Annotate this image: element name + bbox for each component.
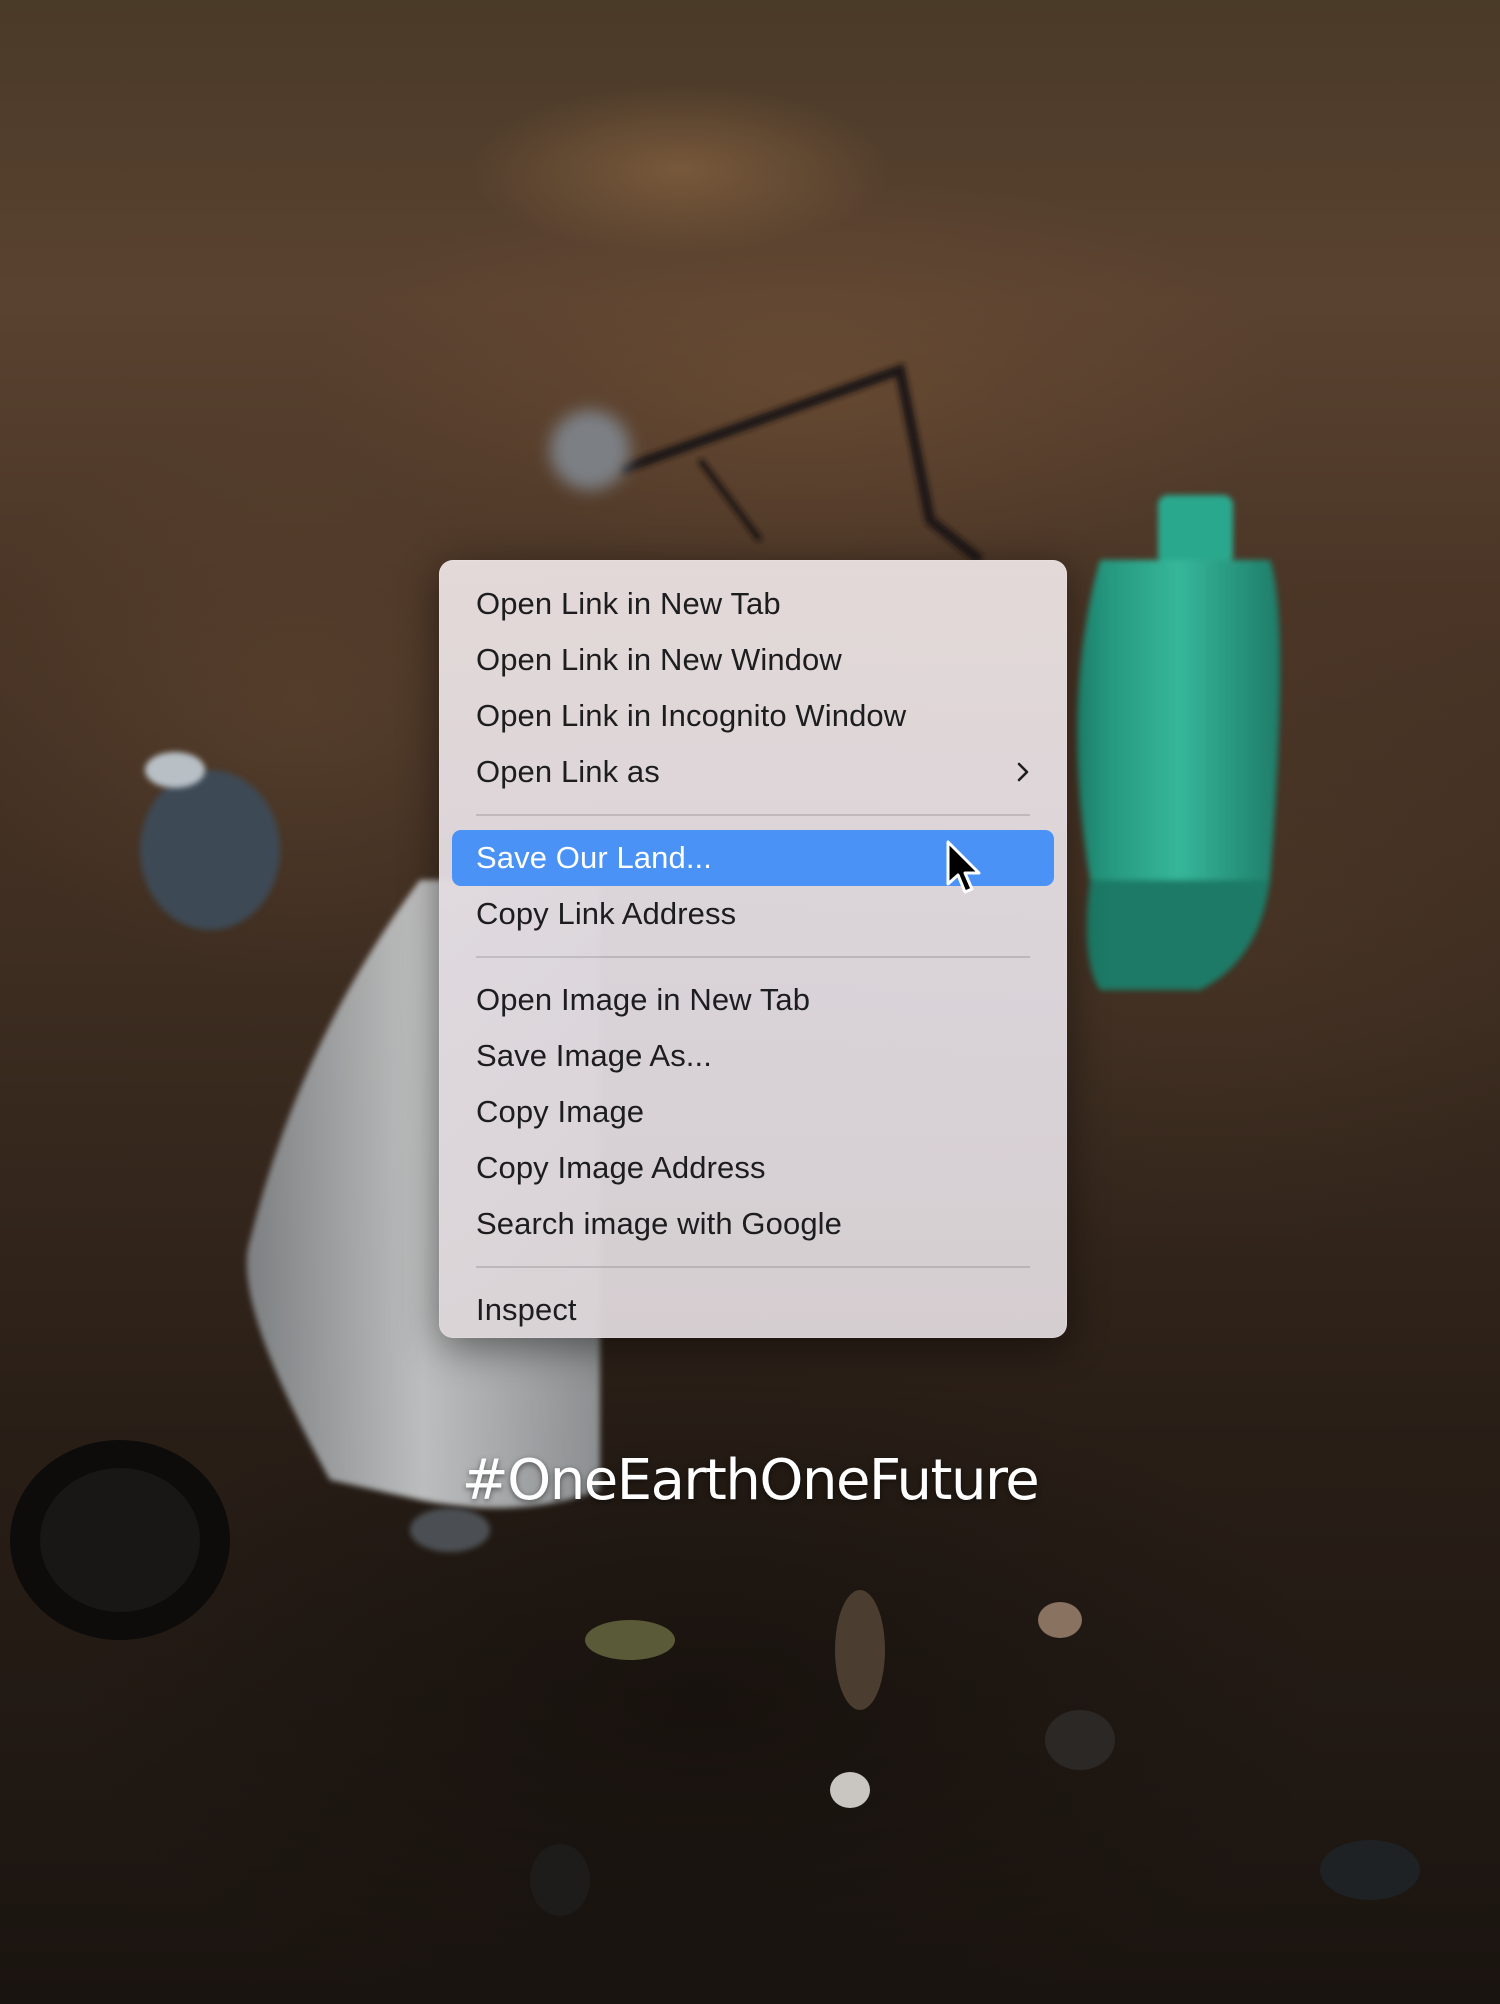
menu-item-label: Save Our Land...	[476, 840, 712, 875]
menu-item-copy-image[interactable]: Copy Image	[452, 1084, 1054, 1140]
menu-separator	[476, 956, 1030, 958]
menu-item-label: Open Image in New Tab	[476, 982, 811, 1017]
menu-item-open-link-new-window[interactable]: Open Link in New Window	[452, 632, 1054, 688]
menu-item-open-image-new-tab[interactable]: Open Image in New Tab	[452, 972, 1054, 1028]
menu-item-label: Copy Image	[476, 1094, 645, 1129]
hashtag-caption: #OneEarthOneFuture	[461, 1448, 1040, 1513]
menu-item-label: Open Link in New Window	[476, 642, 842, 677]
menu-item-label: Copy Image Address	[476, 1150, 766, 1185]
menu-item-save-image-as[interactable]: Save Image As...	[452, 1028, 1054, 1084]
menu-item-label: Inspect	[476, 1292, 577, 1327]
menu-item-label: Search image with Google	[476, 1206, 842, 1241]
chevron-right-icon	[1017, 762, 1029, 782]
menu-item-label: Copy Link Address	[476, 896, 737, 931]
menu-item-label: Open Link in New Tab	[476, 586, 781, 621]
menu-separator	[476, 1266, 1030, 1268]
menu-item-label: Open Link in Incognito Window	[476, 698, 907, 733]
menu-item-label: Open Link as	[476, 754, 660, 789]
context-menu: Open Link in New Tab Open Link in New Wi…	[439, 560, 1067, 1338]
menu-item-copy-image-address[interactable]: Copy Image Address	[452, 1140, 1054, 1196]
menu-item-open-link-incognito[interactable]: Open Link in Incognito Window	[452, 688, 1054, 744]
menu-separator	[476, 814, 1030, 816]
menu-item-open-link-new-tab[interactable]: Open Link in New Tab	[452, 576, 1054, 632]
menu-item-open-link-as[interactable]: Open Link as	[452, 744, 1054, 800]
menu-item-label: Save Image As...	[476, 1038, 712, 1073]
menu-item-search-image-google[interactable]: Search image with Google	[452, 1196, 1054, 1252]
menu-item-inspect[interactable]: Inspect	[452, 1282, 1054, 1338]
pointer-arrow-icon	[946, 840, 981, 894]
